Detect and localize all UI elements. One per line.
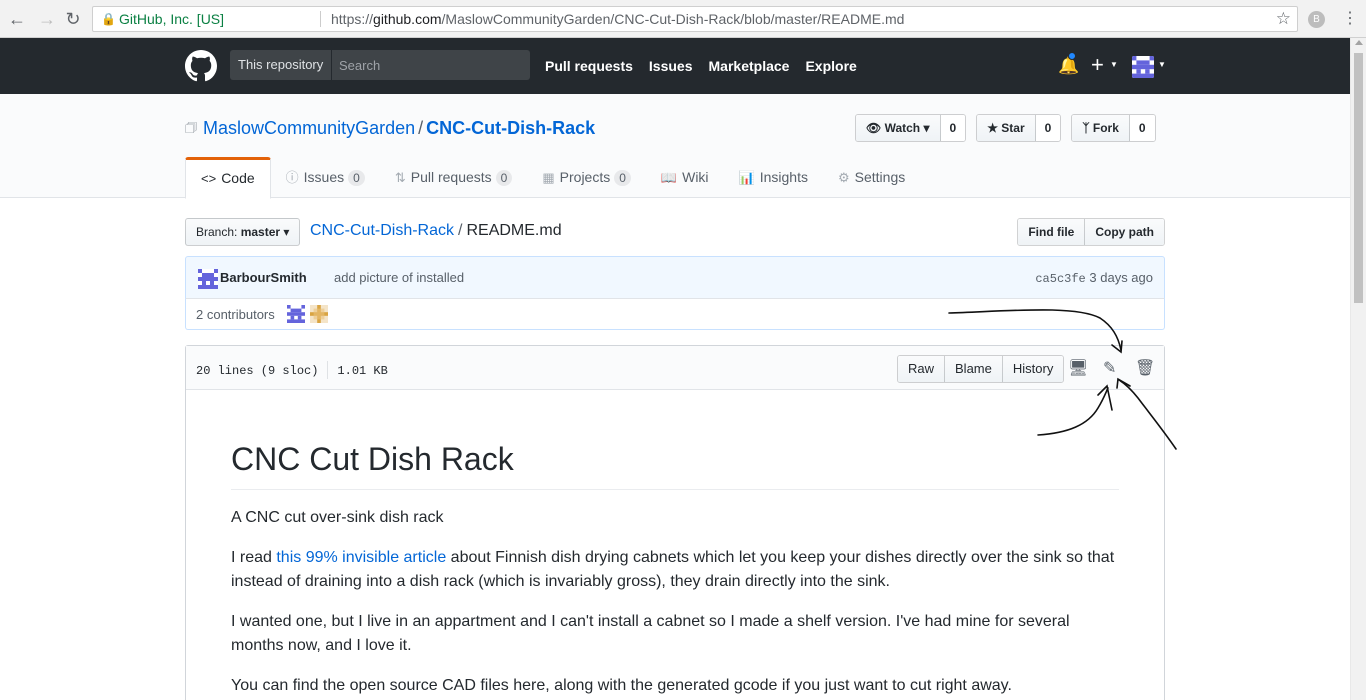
file-viewer: 20 lines (9 sloc) 1.01 KB Raw Blame Histo…: [185, 345, 1165, 700]
repo-title: 🗇 MaslowCommunityGarden / CNC-Cut-Dish-Rack: [185, 118, 595, 141]
trash-icon[interactable]: 🗑: [1135, 358, 1155, 378]
breadcrumb-repo-link[interactable]: CNC-Cut-Dish-Rack: [310, 222, 454, 239]
repo-actions: 👁 Watch ▾ 0 ★ Star 0 ᛉ Fork 0: [855, 114, 1156, 142]
browser-menu-icon[interactable]: ⋮: [1342, 8, 1358, 28]
contributors-bar: 2 contributors: [185, 298, 1165, 330]
nav-explore[interactable]: Explore: [805, 58, 856, 74]
global-nav: Pull requests Issues Marketplace Explore: [545, 58, 857, 74]
fork-count[interactable]: 0: [1129, 115, 1155, 141]
code-icon: <>: [201, 171, 217, 186]
file-info: 20 lines (9 sloc) 1.01 KB: [196, 361, 388, 379]
scroll-up-arrow-icon[interactable]: [1355, 40, 1363, 45]
forward-arrow-icon[interactable]: →: [36, 8, 58, 30]
ev-certificate-name: GitHub, Inc. [US]: [119, 11, 225, 27]
readme-paragraph: I read this 99% invisible article about …: [231, 549, 1115, 590]
fork-icon: ᛉ: [1082, 121, 1090, 135]
latest-commit: BarbourSmith add picture of installed ca…: [185, 256, 1165, 299]
user-avatar[interactable]: [1132, 56, 1154, 78]
breadcrumb-file-name: README.md: [466, 222, 562, 239]
bookmark-star-icon[interactable]: ☆: [1276, 7, 1291, 31]
search-input[interactable]: [332, 50, 522, 80]
reload-icon[interactable]: ↻: [62, 8, 84, 30]
file-size: 1.01 KB: [337, 364, 388, 378]
article-link[interactable]: this 99% invisible article: [276, 549, 446, 566]
readme-paragraph: I wanted one, but I live in an appartmen…: [231, 613, 1070, 654]
star-button[interactable]: ★ Star: [977, 115, 1036, 141]
search-scope: This repository: [230, 50, 530, 80]
address-bar[interactable]: 🔒 GitHub, Inc. [US] https://github.com/M…: [92, 6, 1298, 32]
watch-count[interactable]: 0: [940, 115, 966, 141]
tab-issues[interactable]: ⓘ Issues 0: [271, 157, 380, 198]
github-header: This repository Pull requests Issues Mar…: [0, 38, 1350, 94]
chevron-down-icon[interactable]: ▼: [1110, 60, 1118, 69]
contributor-avatar[interactable]: [310, 305, 328, 323]
tab-projects[interactable]: ▦ Projects 0: [527, 157, 646, 198]
raw-button[interactable]: Raw: [898, 356, 946, 382]
url-text: https://github.com/MaslowCommunityGarden…: [331, 11, 905, 27]
scope-label[interactable]: This repository: [230, 50, 333, 80]
repo-tabs: <> Code ⓘ Issues 0 ⇅ Pull requests 0 ▦ Project…: [185, 157, 920, 199]
find-file-button[interactable]: Find file: [1018, 219, 1086, 245]
repo-owner-link[interactable]: MaslowCommunityGarden: [203, 118, 415, 138]
page-scrollbar[interactable]: [1350, 38, 1366, 700]
star-icon: ★: [987, 121, 998, 135]
tab-code[interactable]: <> Code: [185, 157, 271, 199]
desktop-icon[interactable]: 🖥: [1068, 358, 1088, 378]
commit-sha-link[interactable]: ca5c3fe: [1035, 272, 1085, 286]
tab-insights[interactable]: 📊 Insights: [724, 157, 823, 198]
chevron-down-icon[interactable]: ▼: [1158, 60, 1166, 69]
tab-settings[interactable]: ⚙ Settings: [823, 157, 920, 198]
issue-icon: ⓘ: [285, 170, 299, 185]
watch-button[interactable]: 👁 Watch ▾: [856, 115, 941, 141]
notification-dot: [1068, 52, 1076, 60]
nav-issues[interactable]: Issues: [649, 58, 693, 74]
contributors-count[interactable]: 2 contributors: [196, 307, 275, 322]
readme-paragraph: A CNC cut over-sink dish rack: [231, 509, 444, 526]
book-icon: 📖: [660, 170, 678, 185]
commit-time: 3 days ago: [1089, 270, 1153, 285]
project-icon: ▦: [542, 170, 555, 185]
file-header: 20 lines (9 sloc) 1.01 KB Raw Blame Histo…: [186, 346, 1164, 390]
commit-message-link[interactable]: add picture of installed: [334, 270, 464, 285]
repo-icon: 🗇: [185, 120, 198, 135]
nav-pull-requests[interactable]: Pull requests: [545, 58, 633, 74]
repo-name-link[interactable]: CNC-Cut-Dish-Rack: [426, 118, 595, 138]
plus-icon[interactable]: +: [1091, 52, 1104, 78]
file-navigation: Branch: master ▾ CNC-Cut-Dish-Rack / READM…: [185, 218, 1165, 246]
copy-path-button[interactable]: Copy path: [1085, 219, 1164, 245]
github-logo-icon[interactable]: [185, 50, 217, 82]
repo-header: 🗇 MaslowCommunityGarden / CNC-Cut-Dish-Rack…: [0, 94, 1350, 199]
graph-icon: 📊: [738, 170, 755, 185]
blame-button[interactable]: Blame: [945, 356, 1003, 382]
readme-title: CNC Cut Dish Rack: [231, 439, 1119, 490]
scrollbar-thumb[interactable]: [1354, 53, 1363, 303]
author-avatar[interactable]: [198, 269, 218, 289]
lock-icon: 🔒: [101, 12, 116, 26]
star-count[interactable]: 0: [1035, 115, 1061, 141]
profile-avatar[interactable]: B: [1308, 11, 1325, 28]
tab-wiki[interactable]: 📖 Wiki: [646, 157, 724, 198]
pull-request-icon: ⇅: [394, 170, 406, 185]
history-button[interactable]: History: [1002, 356, 1064, 382]
readme-content: CNC Cut Dish Rack A CNC cut over-sink di…: [186, 390, 1164, 698]
browser-toolbar: ← → ↻ 🔒 GitHub, Inc. [US] https://github…: [0, 0, 1366, 38]
gear-icon: ⚙: [837, 170, 850, 185]
contributor-avatar[interactable]: [287, 305, 305, 323]
pencil-icon[interactable]: ✎: [1103, 358, 1116, 378]
back-arrow-icon[interactable]: ←: [6, 8, 28, 30]
nav-marketplace[interactable]: Marketplace: [709, 58, 790, 74]
fork-button[interactable]: ᛉ Fork: [1072, 115, 1130, 141]
commit-author-link[interactable]: BarbourSmith: [220, 270, 307, 285]
branch-select-button[interactable]: Branch: master ▾: [185, 218, 301, 246]
readme-paragraph: You can find the open source CAD files h…: [231, 677, 1012, 694]
eye-icon: 👁: [866, 121, 882, 135]
breadcrumb: CNC-Cut-Dish-Rack / README.md: [310, 222, 562, 239]
file-line-count: 20 lines (9 sloc): [196, 364, 319, 378]
tab-pull-requests[interactable]: ⇅ Pull requests 0: [380, 157, 528, 198]
